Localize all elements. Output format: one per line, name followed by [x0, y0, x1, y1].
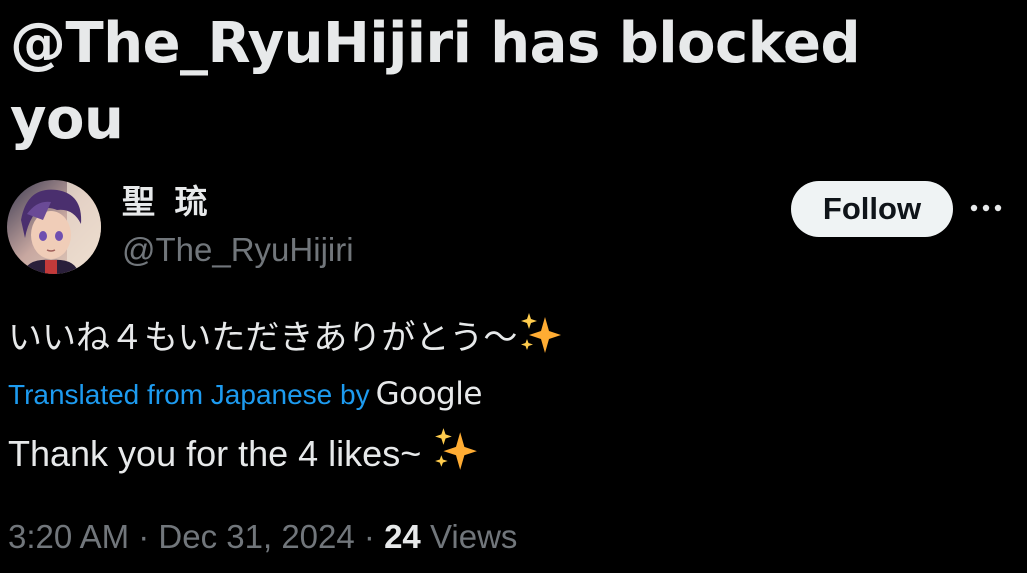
tweet-text: いいね４もいただきありがとう〜: [8, 311, 563, 367]
meta-separator: ·: [138, 518, 150, 555]
views-count: 24: [384, 518, 421, 555]
avatar[interactable]: [7, 180, 101, 274]
avatar-image: [7, 180, 101, 274]
translated-text-content: Thank you for the 4 likes~: [8, 433, 422, 474]
translated-from-link[interactable]: Translated from Japanese by: [8, 379, 370, 410]
meta-separator: ·: [363, 518, 375, 555]
tweet-original-text: いいね４もいただきありがとう〜: [8, 318, 518, 358]
sparkles-icon: [433, 426, 479, 485]
translated-text: Thank you for the 4 likes~: [8, 426, 479, 485]
more-dots-icon: [970, 204, 1002, 212]
blocked-title: @The_RyuHijiri has blocked you: [10, 11, 861, 152]
follow-button[interactable]: Follow: [791, 181, 953, 237]
tweet-time[interactable]: 3:20 AM: [8, 518, 129, 555]
handle[interactable]: @The_RyuHijiri: [122, 230, 354, 270]
display-name[interactable]: 聖 琉: [122, 180, 212, 224]
translation-attribution: Translated from Japanese by Google: [8, 372, 482, 416]
tweet-date[interactable]: Dec 31, 2024: [158, 518, 354, 555]
sparkles-icon: [519, 311, 563, 367]
tweet-meta: 3:20 AM · Dec 31, 2024 · 24 Views: [8, 514, 517, 560]
google-logo: Google: [375, 376, 483, 412]
views-label: Views: [429, 518, 518, 555]
more-button[interactable]: [966, 194, 1006, 224]
